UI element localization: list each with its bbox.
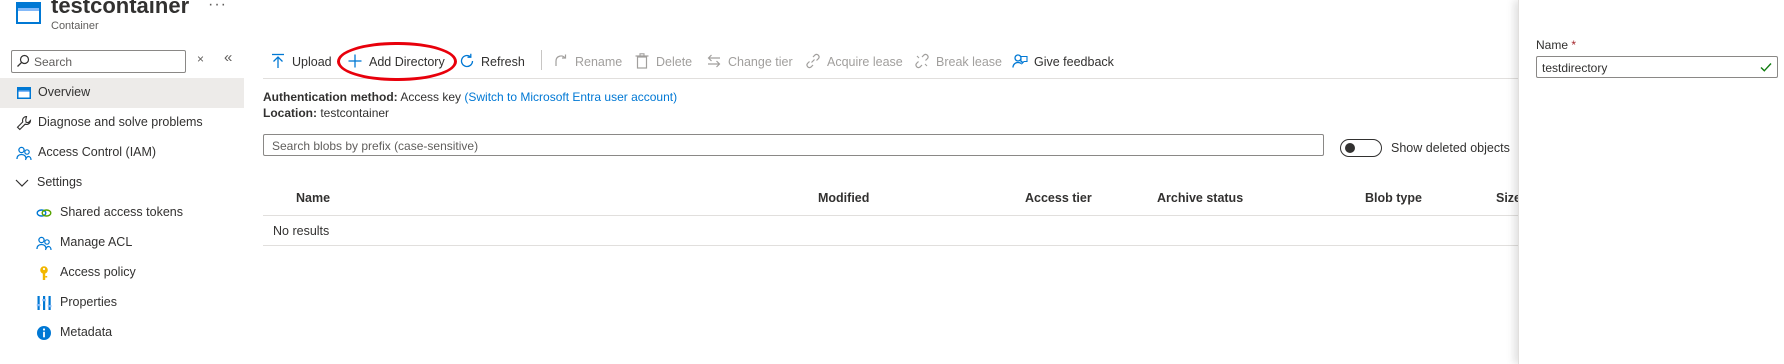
sidebar-item-overview[interactable]: Overview — [0, 78, 244, 108]
sidebar-item-manage-acl[interactable]: Manage ACL — [0, 228, 244, 258]
column-header-access-tier[interactable]: Access tier — [1025, 191, 1092, 205]
rename-icon — [555, 54, 567, 66]
refresh-label: Refresh — [481, 55, 525, 69]
feedback-icon — [1012, 54, 1028, 68]
switch-auth-link[interactable]: (Switch to Microsoft Entra user account) — [464, 90, 677, 104]
authentication-method: Authentication method: Access key (Switc… — [263, 90, 677, 104]
name-label-text: Name — [1536, 38, 1569, 52]
change-tier-label: Change tier — [728, 55, 793, 69]
rename-label: Rename — [575, 55, 623, 69]
directory-name-value: testdirectory — [1542, 61, 1608, 75]
sidebar-item-access-control[interactable]: Access Control (IAM) — [0, 138, 244, 168]
link-icon — [806, 53, 820, 69]
chevron-down-icon — [15, 179, 29, 187]
people-icon — [36, 236, 52, 251]
sidebar-item-label: Settings — [37, 175, 83, 189]
link-icon — [36, 209, 52, 217]
sidebar-item-label: Metadata — [60, 325, 113, 339]
upload-icon — [272, 53, 284, 68]
sidebar-item-label: Access Control (IAM) — [38, 145, 157, 159]
checkmark-icon — [1760, 63, 1772, 72]
location: Location: testcontainer — [263, 106, 389, 120]
sidebar-item-settings[interactable]: Settings — [0, 168, 244, 198]
sidebar-item-label: Access policy — [60, 265, 136, 279]
give-feedback-label: Give feedback — [1034, 55, 1114, 69]
table-header-divider — [263, 215, 1520, 216]
sidebar-item-shared-access-tokens[interactable]: Shared access tokens — [0, 198, 244, 228]
blob-search-placeholder: Search blobs by prefix (case-sensitive) — [272, 139, 479, 153]
properties-icon — [36, 296, 52, 310]
add-directory-panel: Name * testdirectory — [1518, 0, 1784, 364]
break-lease-label: Break lease — [936, 55, 1003, 69]
clear-search-button[interactable]: × — [197, 52, 204, 66]
wrench-icon — [16, 115, 32, 131]
empty-table-message: No results — [273, 224, 330, 238]
sidebar-search-placeholder: Search — [34, 55, 73, 69]
overview-icon — [17, 87, 31, 99]
column-header-name[interactable]: Name — [296, 191, 330, 205]
blob-prefix-search-input[interactable]: Search blobs by prefix (case-sensitive) — [263, 134, 1324, 156]
change-tier-icon — [707, 54, 721, 68]
page-title: testcontainer — [51, 0, 190, 18]
info-icon — [37, 326, 51, 340]
broken-link-icon — [915, 53, 929, 69]
column-header-blob-type[interactable]: Blob type — [1365, 191, 1422, 205]
people-icon — [16, 146, 32, 161]
sidebar-item-metadata[interactable]: Metadata — [0, 318, 244, 348]
column-header-archive-status[interactable]: Archive status — [1157, 191, 1243, 205]
collapse-sidebar-button[interactable]: « — [224, 49, 232, 66]
show-deleted-toggle[interactable] — [1340, 139, 1382, 157]
sidebar-item-diagnose[interactable]: Diagnose and solve problems — [0, 108, 244, 138]
show-deleted-label: Show deleted objects — [1391, 141, 1510, 155]
directory-name-input[interactable]: testdirectory — [1536, 56, 1778, 78]
name-field-label: Name * — [1536, 38, 1576, 52]
required-marker: * — [1571, 38, 1577, 52]
sidebar-item-label: Overview — [38, 85, 91, 99]
sidebar-item-label: Diagnose and solve problems — [38, 115, 203, 129]
auth-value: Access key — [400, 90, 462, 104]
sidebar-item-label: Shared access tokens — [60, 205, 183, 219]
delete-label: Delete — [656, 55, 693, 69]
highlight-annotation — [337, 42, 457, 81]
sidebar-item-access-policy[interactable]: Access policy — [0, 258, 244, 288]
page-subtitle: Container — [51, 20, 99, 32]
sidebar-item-label: Manage ACL — [60, 235, 133, 249]
trash-icon — [635, 53, 649, 69]
key-icon — [40, 266, 48, 280]
column-header-modified[interactable]: Modified — [818, 191, 869, 205]
sidebar-item-label: Properties — [60, 295, 117, 309]
location-value: testcontainer — [320, 106, 390, 120]
more-options-button[interactable]: ··· — [208, 0, 227, 14]
auth-label: Authentication method: — [263, 90, 398, 104]
refresh-icon — [460, 53, 474, 68]
search-icon — [17, 54, 30, 67]
acquire-lease-label: Acquire lease — [827, 55, 903, 69]
toggle-knob — [1345, 143, 1355, 153]
sidebar-item-properties[interactable]: Properties — [0, 288, 244, 318]
location-label: Location: — [263, 106, 317, 120]
table-row-divider — [263, 245, 1520, 246]
upload-label: Upload — [292, 55, 332, 69]
container-icon — [16, 2, 41, 24]
sidebar-search-input[interactable]: Search — [11, 50, 186, 73]
toolbar-divider — [541, 50, 542, 70]
toolbar-bottom-border — [263, 78, 1520, 79]
